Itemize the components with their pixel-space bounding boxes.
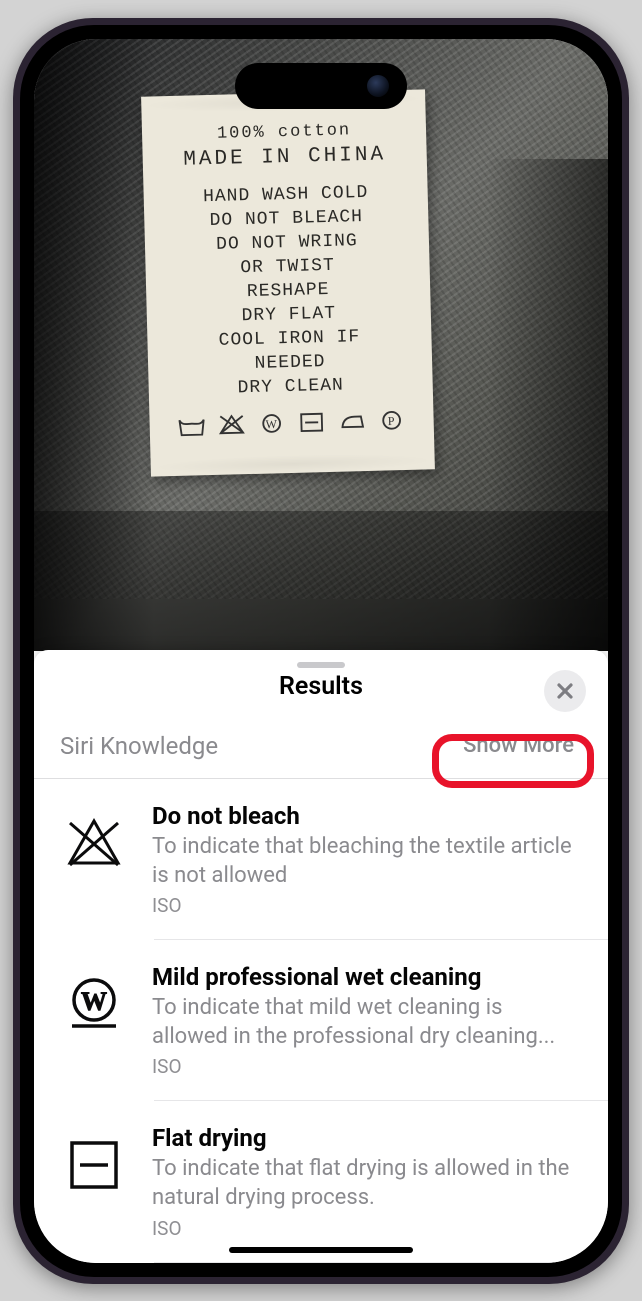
dynamic-island <box>235 63 407 109</box>
wash-icon <box>177 413 206 438</box>
phone-frame: 100% cotton MADE IN CHINA HAND WASH COLD… <box>13 18 629 1284</box>
photo-preview: 100% cotton MADE IN CHINA HAND WASH COLD… <box>34 39 608 651</box>
clothing-tag: 100% cotton MADE IN CHINA HAND WASH COLD… <box>141 89 435 476</box>
do-not-bleach-icon <box>62 811 126 875</box>
section-label: Siri Knowledge <box>60 732 218 760</box>
tag-content-line: 100% cotton <box>156 120 412 146</box>
result-item[interactable]: W Mild professional wet cleaning To indi… <box>34 940 608 1100</box>
flat-drying-icon <box>62 1133 126 1197</box>
result-desc: To indicate that bleaching the textile a… <box>152 833 580 890</box>
result-item[interactable]: Do not bleach To indicate that bleaching… <box>34 779 608 939</box>
sheet-grabber[interactable] <box>297 662 345 668</box>
home-indicator[interactable] <box>229 1247 413 1253</box>
svg-text:P: P <box>388 414 396 428</box>
result-source: ISO <box>152 894 580 917</box>
result-desc: To indicate that mild wet cleaning is al… <box>152 994 580 1051</box>
result-desc: To indicate that flat drying is allowed … <box>152 1155 580 1212</box>
result-title: Mild professional wet cleaning <box>152 962 580 992</box>
close-button[interactable] <box>544 670 586 712</box>
results-sheet: Results Siri Knowledge Show More <box>34 650 608 1263</box>
close-icon <box>556 682 574 700</box>
wet-clean-icon: W <box>257 411 286 436</box>
result-title: Flat drying <box>152 1123 580 1153</box>
result-source: ISO <box>152 1055 580 1078</box>
wet-cleaning-w-icon: W <box>62 972 126 1036</box>
show-more-button[interactable]: Show More <box>455 729 582 762</box>
results-list: Do not bleach To indicate that bleaching… <box>34 779 608 1263</box>
flat-dry-icon <box>297 410 326 435</box>
tag-care-symbols: W P <box>163 408 420 439</box>
sheet-title: Results <box>34 672 608 701</box>
tag-origin-line: MADE IN CHINA <box>156 143 413 173</box>
result-title: Do not bleach <box>152 801 580 831</box>
result-source: ISO <box>152 1217 580 1240</box>
iron-icon <box>337 409 366 434</box>
svg-text:W: W <box>81 987 107 1016</box>
dry-clean-p-icon: P <box>377 408 406 433</box>
result-item[interactable]: Flat drying To indicate that flat drying… <box>34 1101 608 1261</box>
svg-text:W: W <box>265 417 278 431</box>
do-not-bleach-icon <box>217 412 246 437</box>
